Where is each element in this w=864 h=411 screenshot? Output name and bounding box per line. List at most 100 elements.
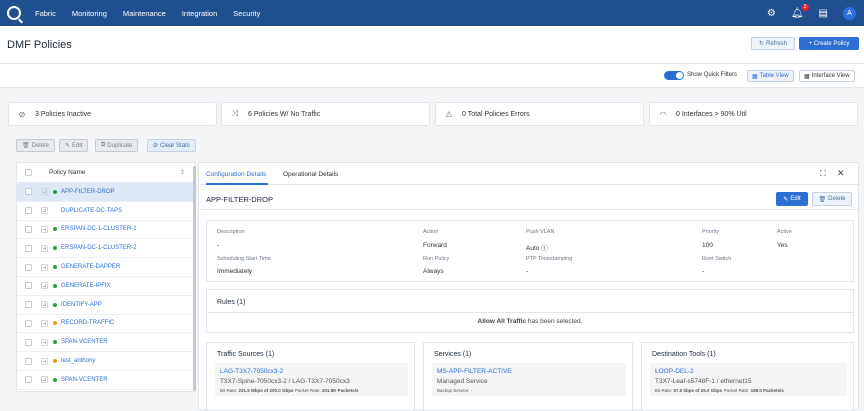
stat-no-traffic-card[interactable]: ⤨ 6 Policies W/ No Traffic bbox=[221, 102, 430, 126]
service-link[interactable]: MS-APP-FILTER-ACTIVE bbox=[437, 368, 512, 375]
rules-title: Rules (1) bbox=[217, 299, 246, 306]
nav-security[interactable]: Security bbox=[233, 9, 260, 18]
policy-row[interactable]: SPAN-VCENTER bbox=[17, 333, 195, 353]
expand-row-icon[interactable] bbox=[41, 244, 48, 252]
policy-name-link[interactable]: DUPLICATE-DC-TAPS bbox=[61, 208, 122, 214]
policy-name-link[interactable]: ERSPAN-DC-1-CLUSTER-1 bbox=[61, 226, 137, 232]
notification-count-badge: 2 bbox=[801, 3, 809, 11]
row-checkbox[interactable] bbox=[25, 263, 32, 271]
policy-name-link[interactable]: ERSPAN-DC-1-CLUSTER-2 bbox=[61, 245, 137, 251]
nav-fabric[interactable]: Fabric bbox=[35, 9, 56, 18]
expand-row-icon[interactable] bbox=[41, 301, 48, 309]
info-icon[interactable]: ⓘ bbox=[541, 245, 548, 252]
status-dot-icon bbox=[53, 340, 57, 345]
priority-label: Priority bbox=[702, 229, 720, 235]
expand-icon[interactable]: ⛶ bbox=[820, 169, 826, 179]
expand-row-icon[interactable] bbox=[41, 188, 48, 196]
clear-stats-button[interactable]: ⊘ Clear Stats bbox=[147, 139, 196, 152]
row-checkbox[interactable] bbox=[25, 376, 32, 384]
nav-maintenance[interactable]: Maintenance bbox=[123, 9, 166, 18]
policy-name-link[interactable]: APP-FILTER-DROP bbox=[61, 189, 115, 195]
row-checkbox[interactable] bbox=[25, 301, 32, 309]
select-all-checkbox[interactable] bbox=[25, 169, 32, 176]
policy-list-scrollbar[interactable] bbox=[193, 166, 196, 391]
row-checkbox[interactable] bbox=[25, 207, 32, 215]
table-view-button[interactable]: ▦ Table View bbox=[747, 70, 794, 82]
policy-row[interactable]: ERSPAN-DC-1-CLUSTER-1 bbox=[17, 221, 195, 240]
expand-row-icon[interactable] bbox=[41, 225, 48, 233]
interface-view-button[interactable]: ▦ Interface View bbox=[799, 70, 855, 82]
stat-no-traffic-text: 6 Policies W/ No Traffic bbox=[248, 110, 321, 118]
row-checkbox[interactable] bbox=[25, 319, 32, 327]
app-logo-icon[interactable] bbox=[7, 6, 21, 20]
policy-name-link[interactable]: RECORD-TRAFFIC bbox=[61, 320, 114, 326]
create-policy-button[interactable]: + Create Policy bbox=[799, 37, 859, 50]
root-switch-label: Root Switch bbox=[702, 256, 732, 262]
row-checkbox[interactable] bbox=[25, 338, 32, 346]
sort-icon[interactable]: ⇕ bbox=[180, 169, 185, 176]
row-checkbox[interactable] bbox=[25, 357, 32, 365]
backup-service: Backup Service: - bbox=[437, 388, 473, 393]
user-avatar[interactable]: A bbox=[843, 6, 856, 20]
policy-row[interactable]: IDENTIFY-APP bbox=[17, 296, 195, 315]
expand-row-icon[interactable] bbox=[41, 282, 48, 290]
expand-row-icon[interactable] bbox=[41, 357, 48, 365]
tab-configuration-details[interactable]: Configuration Details bbox=[206, 171, 266, 178]
row-checkbox[interactable] bbox=[25, 225, 32, 233]
row-checkbox[interactable] bbox=[25, 244, 32, 252]
traffic-icon: ⤨ bbox=[231, 109, 239, 118]
policy-row[interactable]: test_anthony bbox=[17, 352, 195, 371]
expand-row-icon[interactable] bbox=[41, 376, 48, 384]
documents-icon[interactable]: ▤ bbox=[819, 8, 828, 19]
expand-row-icon[interactable] bbox=[41, 319, 48, 327]
service-sub: Managed Service bbox=[437, 378, 488, 385]
table-view-label: Table View bbox=[759, 73, 789, 79]
policy-delete-button[interactable]: 🗑︎ Delete bbox=[812, 192, 852, 206]
policy-rows: APP-FILTER-DROP DUPLICATE-DC-TAPS ERSPAN-D… bbox=[17, 183, 195, 390]
refresh-button[interactable]: ↻ Refresh bbox=[751, 37, 795, 50]
clear-icon: ⊘ bbox=[153, 143, 159, 149]
policy-name-link[interactable]: GENERATE-DAPPER bbox=[61, 264, 120, 270]
close-icon[interactable]: ✕ bbox=[837, 168, 845, 179]
stat-interfaces-card[interactable]: ◠ 0 Interfaces > 90% Util bbox=[649, 102, 858, 126]
policy-row[interactable]: SPAN-VCENTER bbox=[17, 371, 195, 390]
expand-row-icon[interactable] bbox=[41, 207, 48, 215]
expand-row-icon[interactable] bbox=[41, 263, 48, 271]
edit-button[interactable]: ✎ Edit bbox=[59, 139, 89, 152]
row-checkbox[interactable] bbox=[25, 282, 32, 290]
delete-icon: 🗑︎ bbox=[818, 196, 827, 203]
policy-name-link[interactable]: test_anthony bbox=[61, 358, 95, 364]
quick-filters-toggle[interactable] bbox=[664, 71, 684, 80]
policy-row[interactable]: GENERATE-IPFIX bbox=[17, 277, 195, 296]
policy-row[interactable]: DUPLICATE-DC-TAPS bbox=[17, 202, 195, 221]
policy-name-link[interactable]: SPAN-VCENTER bbox=[61, 339, 108, 345]
nav-monitoring[interactable]: Monitoring bbox=[72, 9, 107, 18]
delete-button[interactable]: 🗑︎ Delete bbox=[16, 139, 55, 152]
traffic-source-link[interactable]: LAG-T3X7-7050cx3-2 bbox=[220, 368, 283, 375]
policy-name-column-header[interactable]: Policy Name bbox=[49, 169, 85, 176]
notifications-bell-icon[interactable]: 🔔︎ 2 bbox=[791, 3, 809, 19]
expand-row-icon[interactable] bbox=[41, 338, 48, 346]
run-policy-label: Run Policy bbox=[423, 256, 450, 262]
status-dot-icon bbox=[53, 377, 57, 382]
policy-row[interactable]: ERSPAN-DC-1-CLUSTER-2 bbox=[17, 239, 195, 259]
policy-edit-button[interactable]: ✎ Edit bbox=[776, 192, 808, 206]
nav-integration[interactable]: Integration bbox=[182, 9, 217, 18]
policy-row[interactable]: GENERATE-DAPPER bbox=[17, 258, 195, 277]
stat-inactive-card[interactable]: ⊘ 3 Policies Inactive bbox=[8, 102, 217, 126]
tool-link[interactable]: LOOP-DEL-2 bbox=[655, 368, 694, 375]
policy-name-link[interactable]: IDENTIFY-APP bbox=[61, 302, 102, 308]
active-tab-indicator bbox=[206, 183, 268, 185]
stat-errors-card[interactable]: ⚠ 0 Total Policies Errors bbox=[435, 102, 644, 126]
settings-gear-icon[interactable]: ⚙ bbox=[767, 8, 776, 19]
policy-name-link[interactable]: SPAN-VCENTER bbox=[61, 377, 108, 383]
duplicate-button[interactable]: ⧉ Duplicate bbox=[95, 139, 139, 152]
destination-tools-title: Destination Tools (1) bbox=[652, 351, 716, 358]
stat-interfaces-text: 0 Interfaces > 90% Util bbox=[676, 110, 747, 118]
tab-operational-details[interactable]: Operational Details bbox=[283, 171, 338, 178]
policy-row[interactable]: APP-FILTER-DROP bbox=[17, 183, 195, 202]
policy-name-link[interactable]: GENERATE-IPFIX bbox=[61, 283, 111, 289]
policy-row[interactable]: RECORD-TRAFFIC bbox=[17, 315, 195, 334]
row-checkbox[interactable] bbox=[25, 188, 32, 196]
tool-packet-rate-label: Packet Rate: bbox=[723, 388, 750, 393]
